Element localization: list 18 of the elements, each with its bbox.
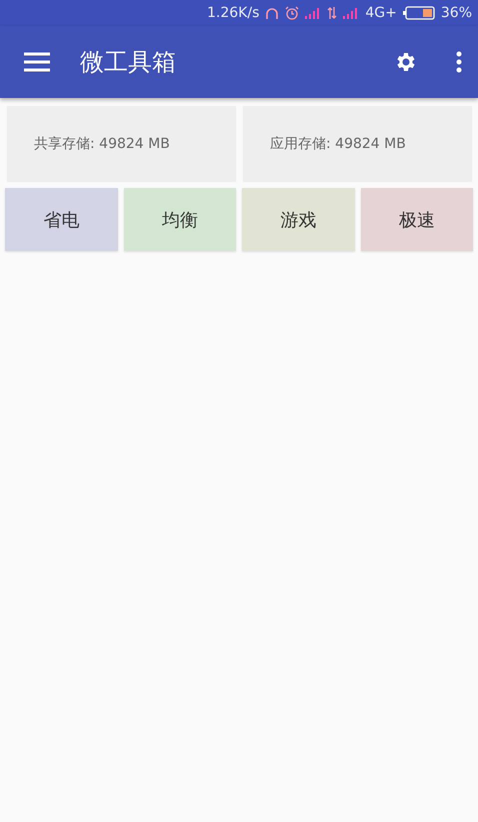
data-arrows-icon: [327, 7, 338, 19]
storage-label: 应用存储: 49824 MB: [270, 134, 406, 152]
mode-button[interactable]: 均衡: [124, 188, 236, 251]
signal-icon: [343, 8, 360, 18]
headphones-icon: [265, 6, 280, 20]
battery-percent: 36%: [440, 5, 472, 21]
alarm-icon: [285, 6, 300, 20]
menu-icon[interactable]: [24, 52, 50, 72]
network-speed: 1.26K/s: [207, 5, 260, 21]
mode-button[interactable]: 极速: [360, 188, 473, 251]
storage-label: 共享存储: 49824 MB: [34, 134, 170, 152]
signal-icon: [305, 8, 322, 18]
battery-icon: [402, 6, 435, 20]
mode-button[interactable]: 省电: [5, 188, 118, 251]
app-title: 微工具箱: [80, 47, 177, 78]
mode-button[interactable]: 游戏: [242, 188, 354, 251]
network-type: 4G+: [365, 5, 397, 21]
more-icon[interactable]: [456, 51, 462, 73]
